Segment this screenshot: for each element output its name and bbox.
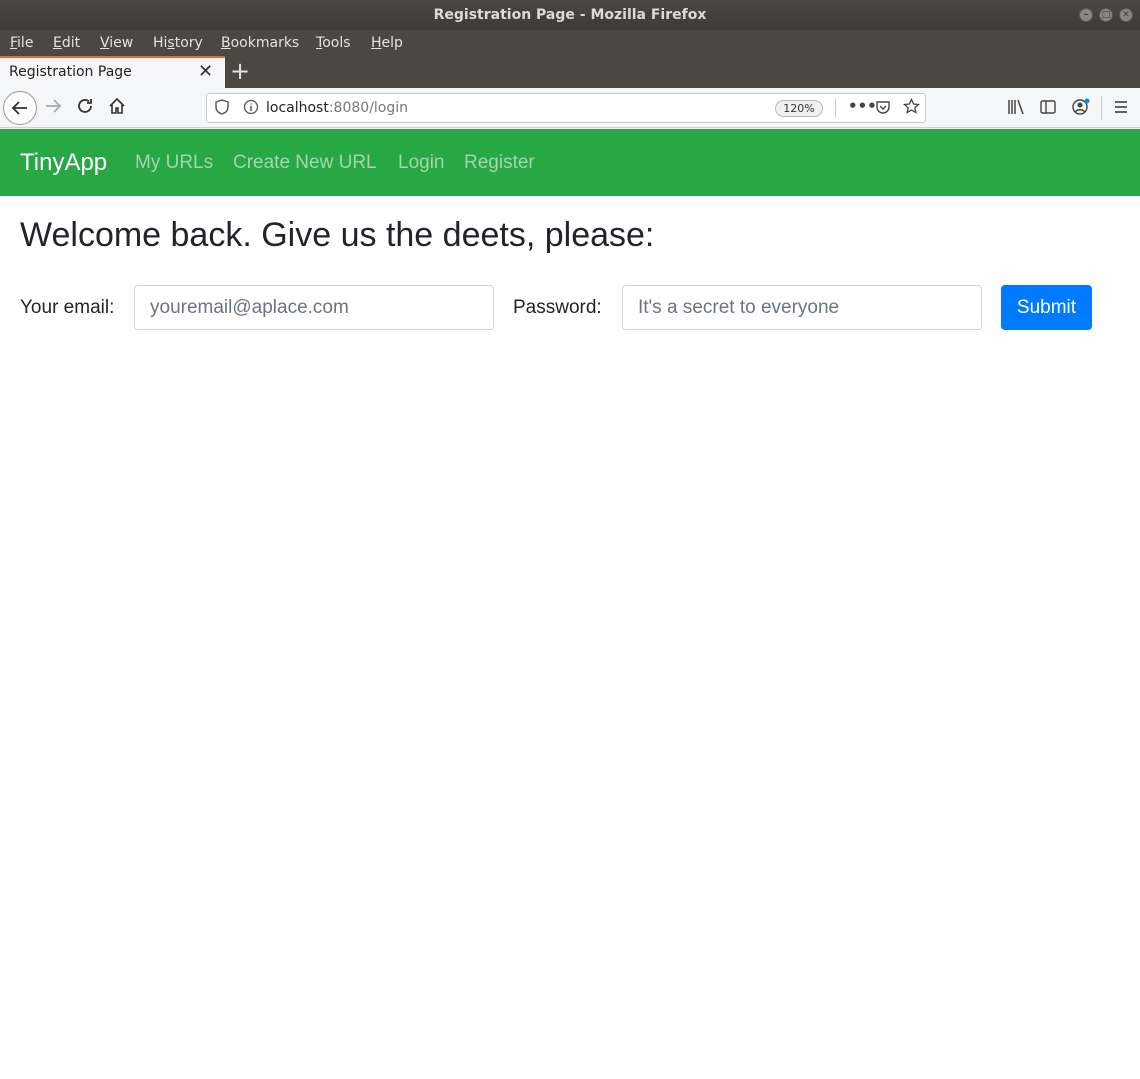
tracking-shield-icon[interactable] (215, 99, 229, 119)
toolbar-divider (1101, 96, 1102, 120)
menu-tools[interactable]: Tools (316, 35, 351, 51)
nav-create-new-url[interactable]: Create New URL (233, 152, 377, 174)
minimize-icon[interactable]: – (1079, 8, 1093, 22)
window-titlebar: Registration Page - Mozilla Firefox – □ … (0, 0, 1140, 30)
password-field[interactable] (622, 285, 982, 330)
new-tab-icon[interactable]: + (230, 58, 250, 84)
email-field[interactable] (134, 285, 494, 330)
bookmark-star-icon[interactable] (902, 97, 921, 119)
menu-help[interactable]: Help (371, 35, 403, 51)
pocket-icon[interactable] (875, 99, 891, 119)
tab-registration-page[interactable]: Registration Page ✕ (0, 56, 225, 88)
menu-history[interactable]: History (153, 35, 203, 51)
library-icon[interactable] (1007, 99, 1025, 119)
forward-icon[interactable] (44, 97, 62, 120)
url-text[interactable]: localhost:8080/login (266, 100, 408, 116)
site-info-icon[interactable] (243, 99, 259, 119)
account-icon[interactable] (1071, 98, 1091, 120)
menu-bookmarks[interactable]: Bookmarks (221, 35, 299, 51)
window-title: Registration Page - Mozilla Firefox (433, 7, 707, 23)
close-window-icon[interactable]: ✕ (1119, 8, 1133, 22)
nav-toolbar: localhost:8080/login 120% ••• (0, 88, 1140, 128)
page-actions-icon[interactable]: ••• (848, 97, 877, 115)
password-label: Password: (513, 297, 602, 318)
brand-link[interactable]: TinyApp (20, 149, 107, 177)
sidebar-icon[interactable] (1040, 99, 1056, 119)
submit-button[interactable]: Submit (1001, 285, 1092, 330)
zoom-level-badge[interactable]: 120% (775, 100, 823, 117)
email-label: Your email: (20, 297, 115, 318)
close-tab-icon[interactable]: ✕ (198, 62, 213, 82)
reload-icon[interactable] (76, 97, 94, 120)
tab-strip: Registration Page ✕ + (0, 56, 1140, 88)
nav-my-urls[interactable]: My URLs (135, 152, 213, 174)
nav-login[interactable]: Login (398, 152, 445, 174)
nav-register[interactable]: Register (464, 152, 535, 174)
url-bar[interactable]: localhost:8080/login 120% ••• (206, 93, 926, 123)
menu-edit[interactable]: Edit (53, 35, 80, 51)
site-navbar: TinyApp My URLs Create New URL Login Reg… (0, 129, 1140, 196)
maximize-icon[interactable]: □ (1099, 8, 1113, 22)
page-title: Welcome back. Give us the deets, please: (20, 216, 655, 254)
home-icon[interactable] (108, 97, 126, 120)
menu-view[interactable]: View (100, 35, 133, 51)
back-icon[interactable] (3, 91, 37, 125)
hamburger-menu-icon[interactable] (1113, 99, 1129, 119)
menu-file[interactable]: File (10, 35, 33, 51)
menu-bar: File Edit View History Bookmarks Tools H… (0, 30, 1140, 56)
tab-title: Registration Page (9, 64, 132, 80)
urlbar-divider (835, 98, 836, 118)
